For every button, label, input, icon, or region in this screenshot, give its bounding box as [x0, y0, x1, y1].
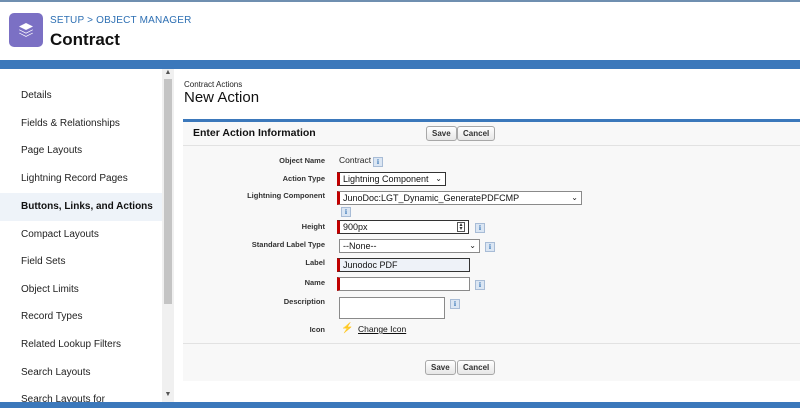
sidebar-item-fields-relationships[interactable]: Fields & Relationships [0, 110, 162, 138]
scroll-down-icon[interactable]: ▼ [164, 391, 172, 398]
description-label: Description [283, 297, 325, 306]
lightning-component-value: JunoDoc:LGT_Dynamic_GeneratePDFCMP [343, 193, 520, 203]
change-icon-link[interactable]: Change Icon [358, 324, 406, 334]
cancel-button-bottom[interactable]: Cancel [457, 360, 496, 375]
description-textarea[interactable] [339, 297, 445, 319]
sidebar-item-object-limits[interactable]: Object Limits [0, 276, 162, 304]
chevron-down-icon: ⌄ [435, 174, 442, 183]
action-form-panel: Enter Action Information Save Cancel Obj… [183, 119, 800, 381]
breadcrumb-setup[interactable]: SETUP [50, 15, 84, 26]
save-button[interactable]: Save [426, 126, 457, 141]
info-icon[interactable]: i [373, 157, 383, 167]
height-value: 900px [343, 222, 368, 232]
label-value: Junodoc PDF [343, 260, 398, 270]
sidebar-item-lightning-record-pages[interactable]: Lightning Record Pages [0, 165, 162, 193]
sidebar-item-page-layouts[interactable]: Page Layouts [0, 137, 162, 165]
breadcrumb-object-manager[interactable]: OBJECT MANAGER [96, 15, 191, 26]
sidebar-item-details[interactable]: Details [0, 82, 162, 110]
sidebar-item-search-layouts[interactable]: Search Layouts [0, 359, 162, 387]
height-label: Height [301, 222, 325, 231]
page-header: SETUP > OBJECT MANAGER Contract [0, 2, 800, 60]
sidebar-item-field-sets[interactable]: Field Sets [0, 248, 162, 276]
panel-divider [183, 343, 800, 344]
cancel-button[interactable]: Cancel [457, 126, 496, 141]
sidebar-item-search-layouts-for[interactable]: Search Layouts for [0, 386, 162, 402]
sidebar-scrollbar[interactable]: ▲ ▼ [162, 69, 174, 402]
lightning-component-label: Lightning Component [247, 191, 325, 200]
lightning-bolt-icon: ⚡ [341, 323, 354, 334]
spinner-icon[interactable]: ▴ ▾ [457, 222, 465, 232]
action-type-label: Action Type [282, 174, 325, 183]
save-button-bottom[interactable]: Save [425, 360, 456, 375]
object-name-label: Object Name [279, 156, 325, 165]
action-type-value: Lightning Component [343, 174, 429, 184]
breadcrumb-separator: > [84, 15, 97, 26]
panel-header: Enter Action Information Save Cancel [183, 122, 800, 146]
footer-band [0, 402, 800, 408]
layers-icon [9, 13, 43, 47]
page-title: Contract [50, 30, 120, 49]
panel-title: Enter Action Information [193, 127, 316, 139]
chevron-down-icon: ⌄ [469, 241, 476, 250]
info-icon[interactable]: i [475, 223, 485, 233]
sidebar-item-related-lookup-filters[interactable]: Related Lookup Filters [0, 331, 162, 359]
standard-label-type-value: --None-- [343, 241, 377, 251]
sidebar-item-buttons-links-actions[interactable]: Buttons, Links, and Actions [0, 193, 162, 221]
info-icon[interactable]: i [341, 207, 351, 217]
name-label: Name [304, 278, 325, 287]
standard-label-type-select[interactable]: --None-- ⌄ [339, 239, 480, 253]
height-input[interactable]: 900px ▴ ▾ [337, 220, 469, 234]
main-content: Contract Actions New Action Enter Action… [174, 69, 800, 402]
label-label: Label [305, 258, 325, 267]
standard-label-type-label: Standard Label Type [251, 240, 325, 249]
header-band [0, 60, 800, 69]
action-type-select[interactable]: Lightning Component ⌄ [337, 172, 446, 186]
section-subtitle: Contract Actions [184, 80, 243, 89]
section-title: New Action [184, 89, 260, 106]
info-icon[interactable]: i [485, 242, 495, 252]
object-name-value: Contract [339, 155, 372, 165]
scroll-up-icon[interactable]: ▲ [164, 69, 172, 76]
label-input[interactable]: Junodoc PDF [337, 258, 470, 272]
info-icon[interactable]: i [450, 299, 460, 309]
breadcrumb: SETUP > OBJECT MANAGER [50, 15, 192, 26]
sidebar: Details Fields & Relationships Page Layo… [0, 69, 174, 402]
info-icon[interactable]: i [475, 280, 485, 290]
scroll-thumb[interactable] [164, 79, 172, 304]
lightning-component-select[interactable]: JunoDoc:LGT_Dynamic_GeneratePDFCMP ⌄ [337, 191, 582, 205]
chevron-down-icon: ⌄ [571, 193, 578, 202]
name-input[interactable] [337, 277, 470, 291]
sidebar-item-record-types[interactable]: Record Types [0, 303, 162, 331]
icon-label: Icon [309, 325, 325, 334]
sidebar-item-compact-layouts[interactable]: Compact Layouts [0, 221, 162, 249]
